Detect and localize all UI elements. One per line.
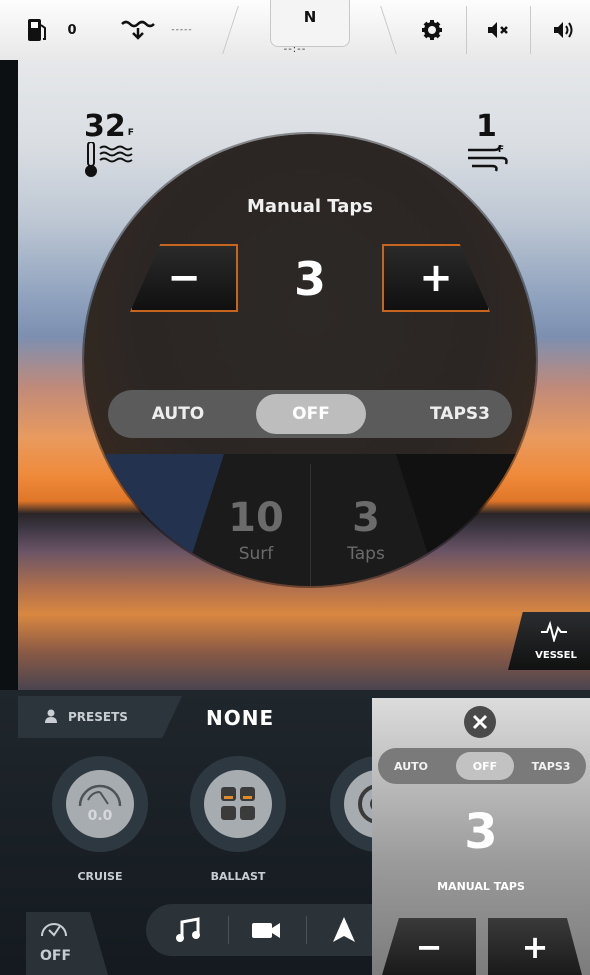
surf-stat-value: 10 xyxy=(228,495,284,541)
ballast-tanks-icon xyxy=(221,787,255,820)
camera-icon[interactable] xyxy=(250,914,282,946)
presets-value: NONE xyxy=(206,706,275,730)
water-temp-value: 32 xyxy=(84,109,126,144)
close-icon xyxy=(472,714,488,730)
surf-stat-label: Surf xyxy=(238,544,274,564)
mute-icon[interactable] xyxy=(474,0,522,60)
vessel-waveform-icon xyxy=(540,620,568,646)
helm-display: 0 ----- N --:-- 32 F 1F Manual Taps − 3 … xyxy=(0,0,590,975)
popup-decrease-button[interactable]: − xyxy=(382,918,476,975)
ballast-face xyxy=(204,770,272,838)
popup-taps-label: MANUAL TAPS xyxy=(437,880,525,893)
popup-mode-auto[interactable]: AUTO xyxy=(386,748,436,784)
volume-icon[interactable] xyxy=(540,0,588,60)
popup-increase-button[interactable]: + xyxy=(488,918,582,975)
wind-unit: F xyxy=(497,145,505,155)
cruise-gauge-face: 0.0 xyxy=(66,770,134,838)
cruise-value: 0.0 xyxy=(87,808,113,824)
popup-mode-taps3[interactable]: TAPS3 xyxy=(520,748,582,784)
presets-label: PRESETS xyxy=(68,710,128,724)
heading-letter: N xyxy=(303,8,317,26)
water-thermometer-icon xyxy=(84,141,134,182)
popup-close-button[interactable] xyxy=(464,706,496,738)
mode-auto[interactable]: AUTO xyxy=(128,390,228,438)
dial-title: Manual Taps xyxy=(247,196,373,217)
surf-stat: 10 Surf xyxy=(216,498,296,564)
popup-mode-off-selected[interactable]: OFF xyxy=(456,752,514,780)
wind-value: 1 xyxy=(476,109,497,144)
manual-taps-dial: Manual Taps − 3 + AUTO OFF TAPS3 10 Surf… xyxy=(84,134,536,586)
cruise-toggle-button[interactable]: OFF xyxy=(26,912,108,975)
media-divider xyxy=(228,916,229,944)
cruise-label: CRUISE xyxy=(77,870,123,883)
taps-stat-value: 3 xyxy=(352,495,380,541)
settings-gear-icon[interactable] xyxy=(412,0,452,60)
taps-mode-switch[interactable]: AUTO OFF TAPS3 xyxy=(108,390,512,438)
cruise-gauge-button[interactable]: 0.0 xyxy=(52,756,148,852)
mode-taps3[interactable]: TAPS3 xyxy=(408,390,512,438)
user-icon xyxy=(44,709,58,726)
dial-right-wedge xyxy=(396,454,536,586)
water-temp-readout: 32 F xyxy=(84,112,134,182)
popup-taps-value: 3 xyxy=(464,804,498,860)
ballast-button[interactable] xyxy=(190,756,286,852)
wind-readout: 1F xyxy=(468,109,508,176)
speedometer-icon xyxy=(78,784,122,807)
dial-left-wedge xyxy=(84,454,224,586)
presets-tab[interactable]: PRESETS xyxy=(18,696,182,738)
dial-stats-area: 10 Surf 3 Taps xyxy=(84,454,536,586)
cruise-toggle-label: OFF xyxy=(40,948,72,964)
vessel-label: VESSEL xyxy=(535,650,577,661)
scene-left-edge xyxy=(0,60,18,690)
taps-stat: 3 Taps xyxy=(326,498,406,564)
popup-mode-switch[interactable]: AUTO OFF TAPS3 xyxy=(378,748,586,784)
navigation-arrow-icon[interactable] xyxy=(328,914,360,946)
media-bar xyxy=(146,904,406,956)
mode-off-selected[interactable]: OFF xyxy=(256,394,366,434)
stat-divider xyxy=(310,464,311,586)
speedometer-icon xyxy=(40,918,68,946)
media-divider xyxy=(306,916,307,944)
taps-stat-label: Taps xyxy=(347,544,385,564)
ballast-label: BALLAST xyxy=(210,870,266,883)
manual-taps-popup: AUTO OFF TAPS3 3 MANUAL TAPS − + xyxy=(372,698,590,975)
compass-heading[interactable]: N xyxy=(270,0,350,47)
water-temp-unit: F xyxy=(127,128,134,138)
top-status-bar: 0 ----- N --:-- xyxy=(0,0,590,60)
music-icon[interactable] xyxy=(172,914,204,946)
